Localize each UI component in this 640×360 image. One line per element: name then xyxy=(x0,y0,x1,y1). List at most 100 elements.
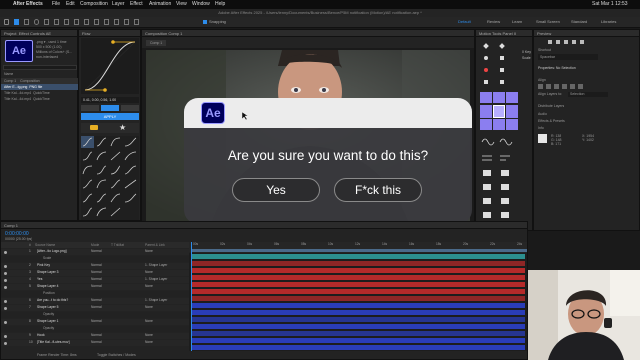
clone-icon[interactable] xyxy=(500,68,504,72)
align-header[interactable]: Align xyxy=(538,78,546,82)
anchor-icon[interactable] xyxy=(484,56,488,60)
visibility-eye-icon[interactable] xyxy=(4,293,7,296)
visibility-eye-icon[interactable] xyxy=(4,299,7,303)
bezier-values-field[interactable]: 0.41, 0.00, 0.56, 1.00 xyxy=(81,97,139,103)
visibility-eye-icon[interactable] xyxy=(4,320,7,324)
comp-tab[interactable]: Comp 1 xyxy=(146,40,167,46)
type-tool-icon[interactable] xyxy=(94,19,99,25)
brush-tool-icon[interactable] xyxy=(104,19,109,25)
visibility-eye-icon[interactable] xyxy=(4,264,7,268)
color-icon[interactable] xyxy=(484,68,488,72)
ease-in-button[interactable] xyxy=(81,105,99,111)
camera-tool-icon[interactable] xyxy=(54,19,59,25)
preset-curves-grid[interactable] xyxy=(81,136,139,220)
col-source-name[interactable]: Source Name xyxy=(35,242,55,248)
graduation-cap-icon[interactable] xyxy=(90,125,98,130)
workspace-default[interactable]: Default xyxy=(458,19,471,24)
align-right-icon[interactable] xyxy=(554,84,559,89)
project-search-input[interactable] xyxy=(3,65,77,70)
name-column-header[interactable]: Name xyxy=(4,72,13,76)
visibility-eye-icon[interactable] xyxy=(4,250,7,254)
align-left-icon[interactable] xyxy=(538,84,543,89)
layer-track-bar[interactable] xyxy=(191,289,525,294)
preview-header[interactable]: Preview xyxy=(534,30,639,37)
parent-icon[interactable] xyxy=(500,80,504,84)
stamp-tool-icon[interactable] xyxy=(114,19,119,25)
layer-track-bar[interactable] xyxy=(191,317,525,322)
layer-row[interactable]: 1 [After...tio Logo.png] Normal None xyxy=(1,249,189,255)
property-row[interactable]: Position xyxy=(1,291,189,297)
layer-track-bar[interactable] xyxy=(191,303,525,308)
flow-header[interactable]: Flow xyxy=(79,30,140,37)
visibility-eye-icon[interactable] xyxy=(4,334,7,338)
layer-track-bar[interactable] xyxy=(191,296,525,301)
info-label[interactable]: Info xyxy=(538,126,544,130)
cancel-button[interactable]: F*ck this xyxy=(334,178,422,202)
null-icon[interactable] xyxy=(484,80,488,84)
layer-track-bar[interactable] xyxy=(191,331,525,336)
keyframe-icon[interactable] xyxy=(499,43,505,49)
align-middle-icon[interactable] xyxy=(570,84,575,89)
ease-out-button[interactable] xyxy=(121,105,139,111)
layer-row[interactable]: 9 Hook Normal None xyxy=(1,333,189,339)
visibility-eye-icon[interactable] xyxy=(4,285,7,289)
col-parent[interactable]: Parent & Link xyxy=(145,242,165,248)
visibility-eye-icon[interactable] xyxy=(4,258,7,261)
selection-tool-icon[interactable] xyxy=(14,19,19,25)
layer-row[interactable]: 3 Shape Layer 3 Normal None xyxy=(1,270,189,276)
layer-row[interactable]: 7 Shape Layer 5 Normal None xyxy=(1,305,189,311)
toggle-switches-modes[interactable]: Toggle Switches / Modes xyxy=(97,353,136,357)
work-area-bar[interactable] xyxy=(191,249,527,252)
anchor-grid[interactable] xyxy=(480,92,518,130)
property-row[interactable]: Scale xyxy=(1,256,189,262)
rotate-tool-icon[interactable] xyxy=(44,19,49,25)
layer-track-bar[interactable] xyxy=(191,282,525,287)
effect-controls-tab[interactable]: Effect Controls AE xyxy=(19,31,51,36)
menu-composition[interactable]: Composition xyxy=(80,0,108,9)
property-row[interactable]: Opacity xyxy=(1,326,189,332)
keyframe-icon[interactable] xyxy=(483,43,489,49)
pen-tool-icon[interactable] xyxy=(84,19,89,25)
workspace-review[interactable]: Review xyxy=(487,19,500,24)
menu-file[interactable]: File xyxy=(52,0,60,9)
layer-track-bar[interactable] xyxy=(191,310,525,315)
timeline-header[interactable]: Comp 1 xyxy=(1,222,527,229)
snapping-checkbox[interactable] xyxy=(203,20,207,24)
hand-tool-icon[interactable] xyxy=(24,19,29,25)
easing-curve-graph[interactable] xyxy=(81,38,139,94)
layer-row[interactable]: 4 Yes Normal 1. Shape Layer xyxy=(1,277,189,283)
layer-row[interactable]: 8 Shape Layer 1 Normal None xyxy=(1,319,189,325)
workspace-standard[interactable]: Standard xyxy=(571,19,587,24)
first-frame-icon[interactable] xyxy=(548,40,552,44)
layer-track-bar[interactable] xyxy=(191,338,525,343)
layer-track-bar[interactable] xyxy=(191,261,525,266)
puppet-tool-icon[interactable] xyxy=(134,19,139,25)
align-icon[interactable] xyxy=(500,56,504,60)
layer-row[interactable]: 10 [Title Kal...fLutes.mov] Normal None xyxy=(1,340,189,346)
menu-animation[interactable]: Animation xyxy=(149,0,171,9)
prev-frame-icon[interactable] xyxy=(556,40,560,44)
distribute-label[interactable]: Distribute Layers xyxy=(538,104,564,108)
menu-app-name[interactable]: After Effects xyxy=(13,0,43,9)
workspace-learn[interactable]: Learn xyxy=(512,19,522,24)
workspace-small-screen[interactable]: Small Screen xyxy=(536,19,560,24)
pan-tool-icon[interactable] xyxy=(64,19,69,25)
zoom-tool-icon[interactable] xyxy=(34,19,39,25)
visibility-eye-icon[interactable] xyxy=(4,278,7,282)
col-trkmat[interactable]: T TrkMat xyxy=(111,242,124,248)
align-to-dropdown[interactable]: Selection xyxy=(568,92,608,97)
visibility-eye-icon[interactable] xyxy=(4,306,7,310)
layer-row[interactable]: 5 Shape Layer 4 Normal None xyxy=(1,284,189,290)
align-center-icon[interactable] xyxy=(546,84,551,89)
workspace-libraries[interactable]: Libraries xyxy=(601,19,616,24)
visibility-eye-icon[interactable] xyxy=(4,271,7,275)
layer-track-bar[interactable] xyxy=(191,268,525,273)
composition-header[interactable]: Composition Comp 1 xyxy=(142,30,474,37)
layer-track-bar[interactable] xyxy=(191,254,525,259)
menu-layer[interactable]: Layer xyxy=(112,0,125,9)
layer-track-bar[interactable] xyxy=(191,324,525,329)
project-item[interactable]: Title Kal...4d.mp4 QuickTime xyxy=(1,96,79,102)
apply-button[interactable]: APPLY xyxy=(81,113,139,120)
visibility-eye-icon[interactable] xyxy=(4,328,7,331)
layer-row[interactable]: 6 Are you...t to do this? Normal 1. Shape L… xyxy=(1,298,189,304)
